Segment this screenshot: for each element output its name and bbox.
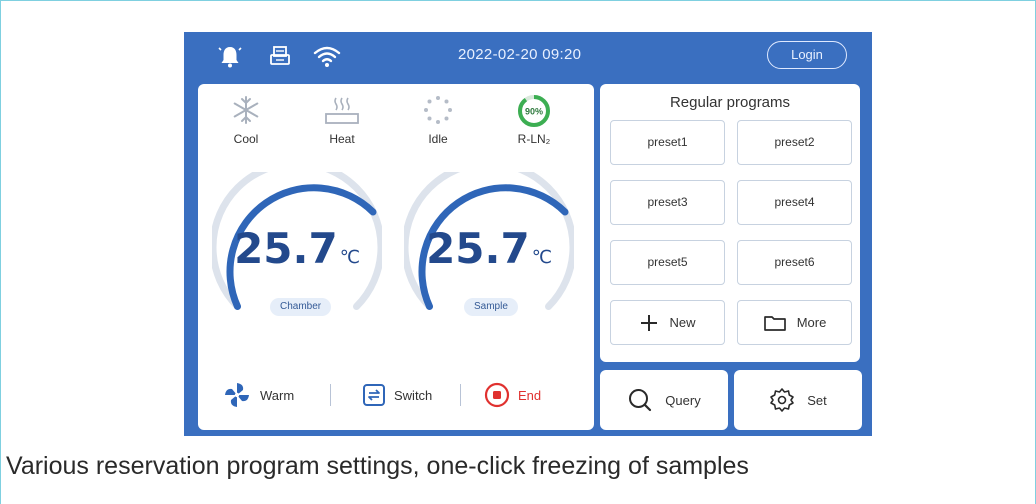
datetime-display: 2022-02-20 09:20 bbox=[458, 46, 582, 63]
control-row: Warm Switch End bbox=[198, 374, 594, 414]
sample-temperature: 25.7 ℃ bbox=[404, 224, 574, 273]
mode-cool[interactable]: Cool bbox=[206, 94, 286, 158]
caption-text: Various reservation program settings, on… bbox=[6, 452, 749, 480]
temperature-unit: ℃ bbox=[339, 247, 360, 268]
mode-label: Cool bbox=[233, 132, 259, 146]
set-label: Set bbox=[807, 392, 827, 408]
login-button[interactable]: Login bbox=[767, 41, 847, 69]
preset-button[interactable]: preset4 bbox=[737, 180, 852, 225]
more-programs-button[interactable]: More bbox=[737, 300, 852, 345]
mode-label: R-LN₂ bbox=[517, 132, 551, 146]
switch-label: Switch bbox=[394, 387, 433, 403]
more-label: More bbox=[796, 315, 827, 330]
warm-button[interactable]: Warm bbox=[222, 380, 294, 410]
wifi-icon[interactable] bbox=[312, 42, 341, 70]
programs-title: Regular programs bbox=[669, 94, 791, 111]
printer-icon[interactable] bbox=[266, 42, 294, 70]
divider bbox=[330, 384, 331, 406]
search-icon bbox=[629, 389, 652, 412]
set-button[interactable]: Set bbox=[734, 370, 862, 430]
plus-icon bbox=[641, 314, 658, 331]
bell-icon[interactable] bbox=[216, 42, 244, 70]
divider bbox=[460, 384, 461, 406]
warm-label: Warm bbox=[260, 387, 295, 403]
new-label: New bbox=[669, 315, 696, 330]
preset-button[interactable]: preset3 bbox=[610, 180, 725, 225]
switch-button[interactable]: Switch bbox=[362, 380, 432, 410]
folder-icon bbox=[763, 315, 786, 331]
mode-idle[interactable]: Idle bbox=[398, 94, 478, 158]
ring-progress-icon: 90% bbox=[518, 95, 550, 127]
snowflake-icon bbox=[233, 96, 259, 124]
end-button[interactable]: End bbox=[484, 380, 541, 410]
fan-icon bbox=[225, 383, 249, 407]
mode-label: Idle bbox=[428, 132, 448, 146]
idle-spinner-icon bbox=[424, 96, 452, 124]
control-panel: Cool Heat Idle 90% R-LN₂ 25.7 ℃ Chamber … bbox=[198, 84, 594, 430]
preset-button[interactable]: preset2 bbox=[737, 120, 852, 165]
query-label: Query bbox=[665, 392, 701, 408]
programs-panel: Regular programs preset1 preset2 preset3… bbox=[600, 84, 860, 362]
mode-label: Heat bbox=[329, 132, 355, 146]
chamber-tag: Chamber bbox=[270, 298, 332, 316]
preset-button[interactable]: preset5 bbox=[610, 240, 725, 285]
mode-rln2[interactable]: 90% R-LN₂ bbox=[494, 94, 574, 158]
status-bar: 2022-02-20 09:20 Login bbox=[184, 32, 872, 80]
sample-gauge: 25.7 ℃ Sample bbox=[404, 172, 574, 322]
preset-button[interactable]: preset6 bbox=[737, 240, 852, 285]
sample-tag: Sample bbox=[464, 298, 518, 316]
preset-button[interactable]: preset1 bbox=[610, 120, 725, 165]
sample-temperature-value: 25.7 bbox=[426, 224, 530, 273]
ring-level-text: 90% bbox=[525, 107, 543, 117]
gear-icon bbox=[770, 388, 795, 412]
end-label: End bbox=[518, 387, 542, 403]
query-button[interactable]: Query bbox=[600, 370, 728, 430]
chamber-temperature-value: 25.7 bbox=[234, 224, 338, 273]
heater-icon bbox=[325, 97, 359, 124]
temperature-unit: ℃ bbox=[531, 247, 552, 268]
stop-icon bbox=[484, 382, 510, 408]
new-program-button[interactable]: New bbox=[610, 300, 725, 345]
device-screen: 2022-02-20 09:20 Login Cool Heat Idle 90… bbox=[184, 32, 872, 436]
mode-heat[interactable]: Heat bbox=[302, 94, 382, 158]
chamber-gauge: 25.7 ℃ Chamber bbox=[212, 172, 382, 322]
chamber-temperature: 25.7 ℃ bbox=[212, 224, 382, 273]
switch-icon bbox=[363, 384, 385, 406]
